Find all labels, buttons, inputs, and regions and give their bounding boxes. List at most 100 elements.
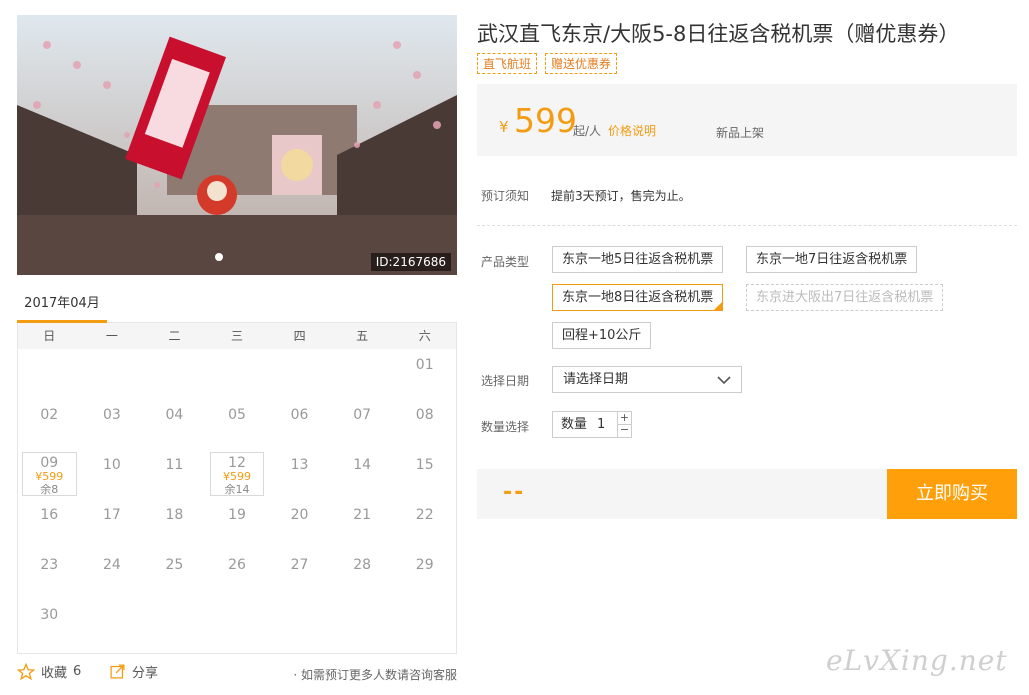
product-type-label: 产品类型 — [481, 255, 530, 269]
carousel-dot[interactable] — [215, 253, 223, 261]
calendar-day-number: 02 — [40, 407, 59, 423]
calendar-day-available[interactable]: 12 ¥599 余14 — [209, 452, 265, 496]
calendar-day: 15 — [393, 449, 456, 499]
calendar-day-number: 16 — [40, 507, 59, 523]
favorite-label: 收藏 — [41, 666, 68, 681]
calendar-day: 01 — [393, 349, 456, 399]
calendar-day — [143, 349, 206, 399]
calendar-day — [331, 349, 394, 399]
calendar-day: 11 — [143, 449, 206, 499]
divider — [477, 225, 1017, 226]
calendar-day — [81, 349, 144, 399]
product-type-option-tokyo-5d[interactable]: 东京一地5日往返含税机票 — [552, 246, 724, 273]
calendar-day-number: 14 — [353, 457, 372, 473]
calendar-day: 30 — [18, 599, 81, 649]
share-label: 分享 — [132, 666, 159, 681]
booking-notice-text: 提前3天预订，售完为止。 — [551, 189, 691, 203]
calendar-day-number: 29 — [415, 557, 434, 573]
price-amount: 599 — [514, 101, 577, 140]
calendar-day: 03 — [81, 399, 144, 449]
calendar-day-number: 06 — [290, 407, 309, 423]
product-type-option-tokyo-7d[interactable]: 东京一地7日往返含税机票 — [746, 246, 918, 273]
calendar-day-number: 01 — [415, 357, 434, 373]
favorite-count: 6 — [73, 664, 82, 679]
calendar-day-number: 27 — [290, 557, 309, 573]
product-type-option-tokyo-osaka-7d: 东京进大阪出7日往返含税机票 — [746, 284, 944, 311]
calendar-weekday: 日 — [43, 329, 56, 343]
buy-now-button[interactable]: 立即购买 — [887, 469, 1017, 519]
calendar-day-number: 04 — [165, 407, 184, 423]
calendar-day-number: 19 — [228, 507, 246, 523]
price-unit: 起/人 — [573, 124, 602, 138]
calendar-day-number: 10 — [102, 457, 121, 473]
date-select-label: 选择日期 — [481, 374, 530, 388]
share-button[interactable]: 分享 — [109, 662, 158, 681]
photo-illustration — [17, 15, 457, 275]
tag-coupon: 赠送优惠券 — [545, 53, 618, 74]
calendar-day: 18 — [143, 499, 206, 549]
calendar-day: 19 — [206, 499, 269, 549]
calendar-day — [206, 349, 269, 399]
calendar-day: 24 — [81, 549, 144, 599]
calendar-day: 13 — [268, 449, 331, 499]
calendar-day: 22 — [393, 499, 456, 549]
quantity-prefix: 数量 — [561, 417, 588, 432]
calendar-day-remaining: 余14 — [224, 483, 250, 496]
calendar-day: 04 — [143, 399, 206, 449]
favorite-button[interactable]: 收藏 6 — [17, 662, 81, 681]
calendar-day-number: 22 — [415, 507, 434, 523]
calendar-day-remaining: 余8 — [40, 483, 59, 496]
calendar-day-number: 26 — [228, 557, 246, 573]
calendar-day: 20 — [268, 499, 331, 549]
calendar-day-price: ¥599 — [222, 470, 251, 483]
calendar-grid: 01 02 03 04 05 06 07 08 09 ¥599 余8 10 11 12 ¥599 余14 13 1… — [18, 349, 456, 649]
calendar-weekday: 六 — [418, 329, 431, 343]
calendar-weekday: 五 — [356, 329, 369, 343]
calendar-day-available[interactable]: 09 ¥599 余8 — [22, 452, 77, 496]
calendar-day-number: 05 — [228, 407, 246, 423]
quantity-decrease-button[interactable]: − — [617, 424, 631, 437]
date-select-value: 请选择日期 — [563, 372, 629, 387]
photo-id: ID:2167686 — [370, 253, 451, 271]
calendar-day: 23 — [18, 549, 81, 599]
calendar-weekday: 四 — [293, 329, 306, 343]
calendar-weekday: 三 — [231, 329, 244, 343]
calendar-day-number: 28 — [353, 557, 372, 573]
calendar-day-number: 09 — [40, 455, 59, 471]
calendar-day: 28 — [331, 549, 394, 599]
product-type-option-tokyo-8d[interactable]: 东京一地8日往返含税机票 — [552, 284, 724, 311]
calendar-day — [268, 349, 331, 399]
price-explain-link[interactable]: 价格说明 — [608, 122, 656, 139]
product-type-option-extra-baggage[interactable]: 回程+10公斤 — [552, 322, 652, 349]
consult-note: · 如需预订更多人数请咨询客服 — [293, 668, 457, 682]
booking-notice: 预订须知 提前3天预订，售完为止。 — [481, 187, 691, 204]
calendar-day-number: 07 — [353, 407, 372, 423]
calendar-day-number: 23 — [40, 557, 59, 573]
chevron-down-icon — [717, 376, 731, 385]
tag-direct-flight: 直飞航班 — [477, 53, 538, 74]
share-icon — [110, 664, 125, 679]
calendar-day: 06 — [268, 399, 331, 449]
calendar-day-number: 21 — [353, 507, 372, 523]
calendar: 日一二三四五六 01 02 03 04 05 06 07 08 09 ¥599 余8 10 11 12 ¥5… — [17, 323, 457, 654]
product-tags: 直飞航班 赠送优惠券 — [477, 53, 618, 74]
calendar-day-number: 08 — [415, 407, 434, 423]
calendar-day: 05 — [206, 399, 269, 449]
product-title: 武汉直飞东京/大阪5-8日往返含税机票（赠优惠券） — [477, 22, 960, 46]
quantity-stepper: 数量 1 + − — [552, 411, 632, 438]
calendar-weekday: 二 — [168, 329, 181, 343]
calendar-month-tab[interactable]: 2017年04月 — [17, 287, 107, 323]
calendar-day-number: 03 — [102, 407, 121, 423]
date-select[interactable]: 请选择日期 — [552, 366, 742, 393]
product-photo[interactable]: ID:2167686 — [17, 15, 457, 275]
buy-bar: -- 立即购买 — [477, 469, 1017, 519]
calendar-day-number: 17 — [102, 507, 121, 523]
quantity-input[interactable]: 1 — [597, 412, 605, 437]
calendar-day-number: 25 — [165, 557, 184, 573]
calendar-day-number: 15 — [415, 457, 434, 473]
booking-notice-label: 预订须知 — [481, 189, 530, 203]
calendar-day-number: 20 — [290, 507, 309, 523]
currency-symbol: ¥ — [499, 118, 509, 136]
calendar-day-number: 12 — [228, 455, 246, 471]
calendar-weekday: 一 — [105, 329, 118, 343]
